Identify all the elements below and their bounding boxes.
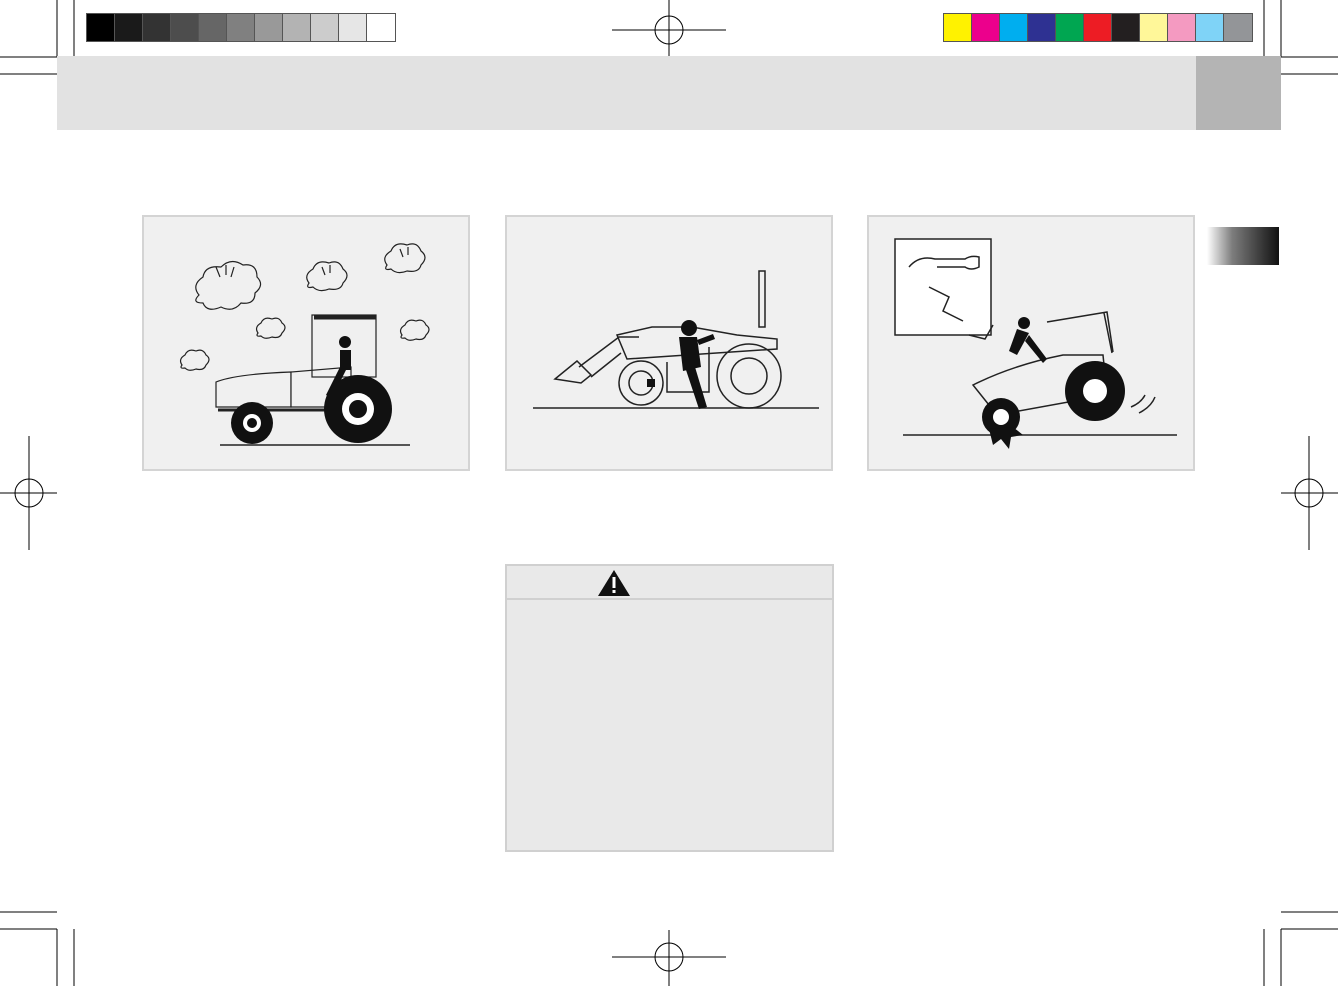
color-swatch xyxy=(1112,14,1140,41)
loader-tractor-icon xyxy=(533,270,819,409)
color-calibration-bar xyxy=(943,13,1253,42)
illustration-tractor-exhaust-fumes xyxy=(142,215,470,471)
gray-swatch xyxy=(367,14,395,41)
warning-header xyxy=(507,566,832,600)
gray-swatch xyxy=(311,14,339,41)
chapter-side-tab xyxy=(1207,227,1279,265)
color-swatch xyxy=(1196,14,1224,41)
gray-swatch xyxy=(227,14,255,41)
color-swatch xyxy=(1224,14,1252,41)
gray-swatch xyxy=(171,14,199,41)
color-swatch xyxy=(1028,14,1056,41)
gray-swatch xyxy=(255,14,283,41)
illustration-tractor-tipping-over xyxy=(867,215,1195,471)
tractor-tipping-icon xyxy=(894,238,1177,449)
gray-swatch xyxy=(115,14,143,41)
color-swatch xyxy=(1140,14,1168,41)
gray-swatch xyxy=(283,14,311,41)
color-swatch xyxy=(944,14,972,41)
color-swatch xyxy=(1056,14,1084,41)
header-section-tab xyxy=(1196,56,1281,130)
color-swatch xyxy=(972,14,1000,41)
color-swatch xyxy=(1000,14,1028,41)
grayscale-calibration-bar xyxy=(86,13,396,42)
color-swatch xyxy=(1084,14,1112,41)
warning-triangle-icon xyxy=(598,570,630,596)
tractor-fumes-icon xyxy=(179,243,430,446)
gray-swatch xyxy=(87,14,115,41)
gray-swatch xyxy=(339,14,367,41)
color-swatch xyxy=(1168,14,1196,41)
gray-swatch xyxy=(199,14,227,41)
gray-swatch xyxy=(143,14,171,41)
warning-box xyxy=(505,564,834,852)
illustration-operator-mounting-loader-tractor xyxy=(505,215,833,471)
page-header-band xyxy=(57,56,1196,130)
